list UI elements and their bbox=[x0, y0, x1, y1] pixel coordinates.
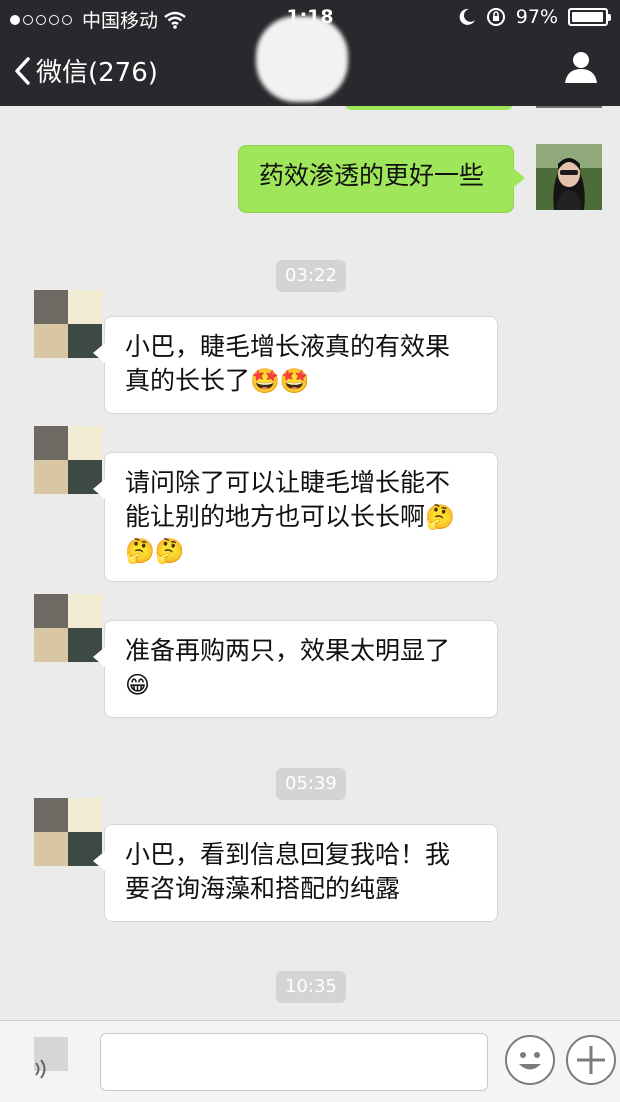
message-line: 要咨询海藻和搭配的纯露 bbox=[125, 874, 401, 903]
emoji: 🤔 bbox=[425, 503, 455, 531]
self-avatar[interactable] bbox=[536, 144, 602, 210]
battery-percent: 97% bbox=[515, 6, 558, 28]
timestamp-text: 03:22 bbox=[285, 265, 337, 286]
nav-bar: 微信(276) bbox=[0, 16, 620, 106]
incoming-message-bubble[interactable]: 小巴，睫毛增长液真的有效果 真的长长了🤩🤩 bbox=[93, 316, 498, 414]
emoji: 🤔🤔 bbox=[125, 537, 185, 565]
timestamp: 10:35 bbox=[276, 971, 346, 1003]
battery-fill bbox=[572, 12, 604, 22]
chat-info-button[interactable] bbox=[564, 50, 598, 88]
contact-avatar[interactable] bbox=[34, 426, 102, 494]
contact-avatar[interactable] bbox=[34, 290, 102, 358]
outgoing-message-bubble[interactable]: 药效渗透的更好一些 bbox=[238, 145, 525, 213]
message-line: 小巴，看到信息回复我哈！我 bbox=[125, 840, 451, 869]
message-line-with-emoji: 能让别的地方也可以长长啊🤔 bbox=[125, 500, 477, 534]
timestamp-text: 05:39 bbox=[285, 773, 337, 794]
message-line-with-emoji: 真的长长了🤩🤩 bbox=[125, 364, 477, 398]
previous-bubble-edge bbox=[344, 106, 514, 110]
timestamp: 03:22 bbox=[276, 260, 346, 292]
top-bar: 中国移动 1:18 97% bbox=[0, 0, 620, 106]
timestamp: 05:39 bbox=[276, 768, 346, 800]
rotation-lock-icon bbox=[486, 8, 505, 26]
chat-title-obscured bbox=[256, 16, 348, 102]
message-line: 能让别的地方也可以长长啊 bbox=[125, 502, 426, 531]
message-text: 药效渗透的更好一些 bbox=[259, 161, 485, 190]
message-line: 准备再购两只，效果太明显了 bbox=[125, 636, 451, 665]
timestamp-text: 10:35 bbox=[285, 976, 337, 997]
incoming-message-bubble[interactable]: 准备再购两只，效果太明显了 😁 bbox=[93, 620, 498, 718]
voice-button[interactable] bbox=[10, 1031, 90, 1093]
previous-avatar-edge bbox=[536, 106, 602, 108]
contact-avatar[interactable] bbox=[34, 594, 102, 662]
status-right: 97% bbox=[458, 6, 611, 28]
message-line: 真的长长了 bbox=[125, 366, 251, 395]
moon-icon bbox=[459, 8, 475, 25]
incoming-message-bubble[interactable]: 小巴，看到信息回复我哈！我 要咨询海藻和搭配的纯露 bbox=[93, 824, 498, 922]
incoming-message-bubble[interactable]: 请问除了可以让睫毛增长能不 能让别的地方也可以长长啊🤔 🤔🤔 bbox=[93, 452, 498, 582]
plus-icon bbox=[577, 1046, 605, 1074]
chat-area[interactable]: 药效渗透的更好一些 03:22 小巴，睫毛增长液真的有效果 真的长长了🤩🤩 请问… bbox=[0, 106, 620, 1020]
battery-icon bbox=[568, 8, 611, 26]
person-icon bbox=[565, 52, 597, 83]
portrait-photo bbox=[536, 144, 602, 210]
add-button[interactable] bbox=[566, 1035, 616, 1085]
input-bar bbox=[0, 1020, 620, 1102]
emoji: 😁 bbox=[125, 671, 151, 699]
message-line: 请问除了可以让睫毛增长能不 bbox=[125, 468, 451, 497]
chevron-left-icon bbox=[15, 56, 30, 85]
emoji-button[interactable] bbox=[505, 1035, 555, 1085]
message-input[interactable] bbox=[100, 1033, 488, 1091]
smiley-icon bbox=[519, 1052, 541, 1070]
back-button[interactable]: 微信(276) bbox=[14, 52, 158, 89]
message-line: 小巴，睫毛增长液真的有效果 bbox=[125, 332, 451, 361]
back-label: 微信(276) bbox=[36, 58, 158, 88]
sound-wave-icon bbox=[35, 1059, 46, 1079]
contact-avatar[interactable] bbox=[34, 798, 102, 866]
emoji: 🤩🤩 bbox=[250, 367, 310, 395]
